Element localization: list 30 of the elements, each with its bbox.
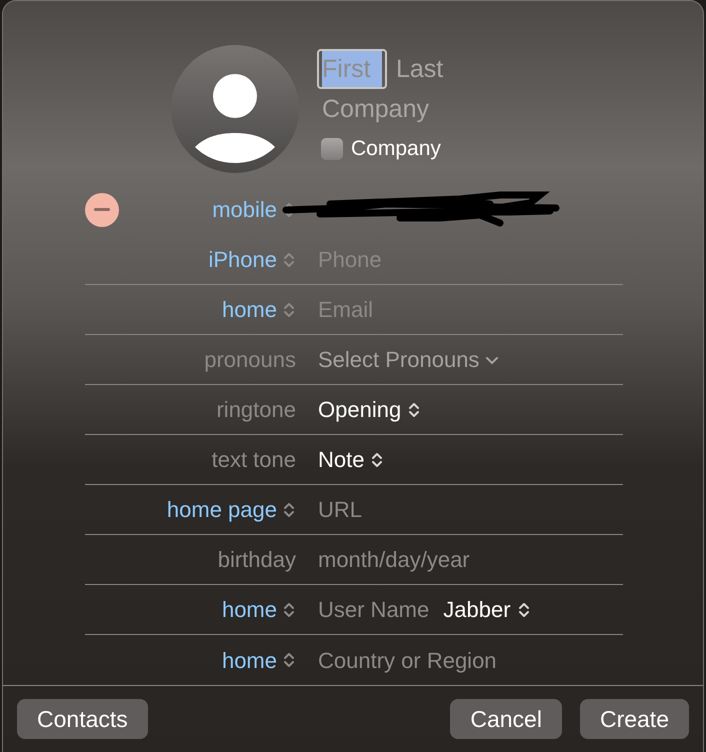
label-popup[interactable]: home — [222, 293, 296, 326]
minus-icon — [94, 208, 110, 212]
last-name-field[interactable]: Last — [391, 49, 511, 89]
field-label: ringtone — [216, 396, 296, 424]
value-popup[interactable]: Note — [318, 443, 384, 476]
value-popup[interactable]: Opening — [318, 393, 422, 426]
field-placeholder[interactable]: Country or Region — [318, 644, 497, 677]
label-popup[interactable]: home — [222, 644, 296, 677]
company-field[interactable]: Company — [317, 89, 517, 129]
label-popup[interactable]: home — [222, 593, 296, 626]
dialog-button[interactable]: Cancel — [450, 699, 562, 740]
company-checkbox[interactable] — [321, 138, 343, 160]
label-popup[interactable]: mobile — [212, 193, 296, 226]
checkbox-label: Company — [351, 136, 441, 162]
field-placeholder[interactable]: URL — [318, 493, 362, 526]
service-popup[interactable]: Jabber — [443, 593, 531, 626]
label-popup[interactable]: home page — [166, 493, 296, 526]
first-name-field[interactable]: First — [317, 49, 387, 89]
field-label: pronouns — [204, 346, 296, 374]
avatar-icon[interactable] — [171, 45, 299, 173]
pronouns-dropdown[interactable]: Select Pronouns — [318, 343, 500, 376]
dialog-button[interactable]: Create — [580, 699, 689, 740]
remove-button[interactable] — [85, 192, 119, 227]
label-popup[interactable]: iPhone — [208, 243, 296, 276]
field-placeholder[interactable]: User Name — [318, 593, 430, 626]
field-label: text tone — [212, 446, 296, 474]
contacts-button[interactable]: Contacts — [17, 699, 148, 740]
chevron-down-icon — [485, 354, 500, 365]
field-placeholder[interactable]: month/day/year — [318, 543, 470, 576]
field-label: birthday — [218, 546, 296, 574]
